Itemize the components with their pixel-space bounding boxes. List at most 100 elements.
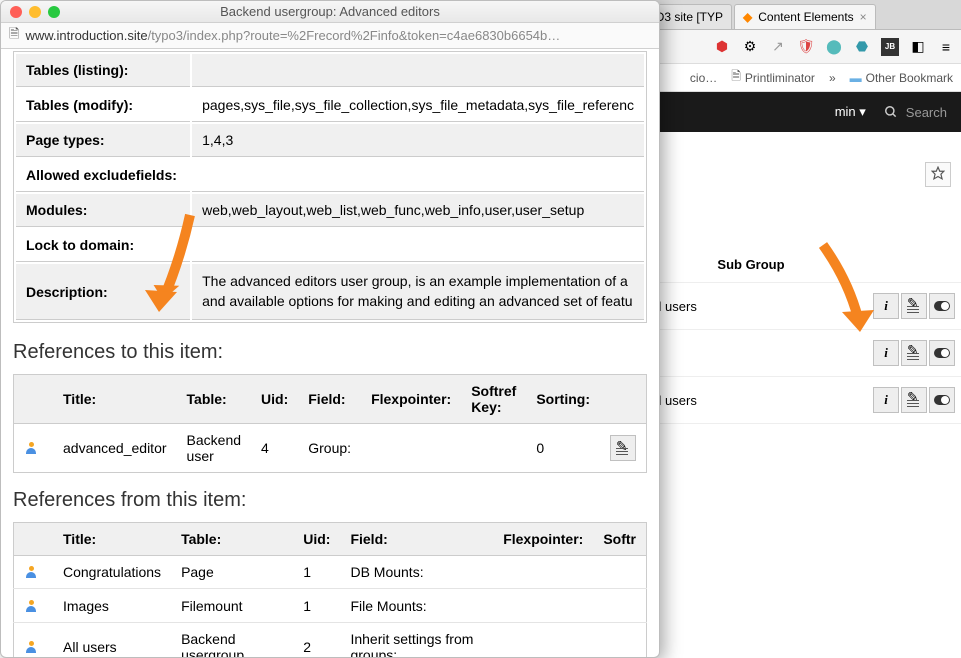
info-button[interactable]: i bbox=[873, 387, 899, 413]
module-toolbar bbox=[641, 132, 961, 197]
folder-icon: ▬ bbox=[850, 71, 862, 85]
ref-title: advanced_editor bbox=[53, 424, 177, 473]
column-header: Title: bbox=[53, 375, 177, 424]
star-icon bbox=[931, 166, 945, 180]
user-icon bbox=[24, 442, 38, 456]
toggle-button[interactable] bbox=[929, 340, 955, 366]
tab-label: Content Elements bbox=[758, 10, 853, 24]
ref-field: File Mounts: bbox=[340, 589, 493, 622]
popup-titlebar[interactable]: Backend usergroup: Advanced editors bbox=[1, 1, 659, 23]
info-value: web,web_layout,web_list,web_func,web_inf… bbox=[192, 194, 644, 227]
ublock-icon[interactable]: 🛡 bbox=[797, 38, 815, 56]
ref-uid: 1 bbox=[293, 556, 340, 589]
annotation-arrow-left bbox=[145, 210, 205, 320]
chevron-down-icon: ▾ bbox=[859, 104, 866, 119]
column-header: Field: bbox=[298, 375, 361, 424]
ref-title: Congratulations bbox=[53, 556, 171, 589]
info-icon: i bbox=[884, 392, 888, 408]
menu-icon[interactable]: ≡ bbox=[937, 38, 955, 56]
search-icon bbox=[884, 105, 898, 119]
annotation-arrow-right bbox=[808, 240, 878, 340]
page-user-icon bbox=[24, 600, 38, 614]
toggle-button[interactable] bbox=[929, 387, 955, 413]
reference-row: All users Backend usergroup 2 Inherit se… bbox=[14, 622, 647, 657]
record-info-table: Tables (listing): Tables (modify):pages,… bbox=[13, 51, 647, 323]
table-row: All users i bbox=[641, 377, 961, 424]
info-value bbox=[192, 229, 644, 262]
edit-icon bbox=[616, 441, 630, 455]
column-header: Title: bbox=[53, 523, 171, 556]
url-domain: www.introduction.site bbox=[25, 28, 147, 43]
subgroup-cell: All users bbox=[641, 377, 861, 424]
column-header: Uid: bbox=[293, 523, 340, 556]
edit-icon bbox=[907, 346, 921, 360]
reference-row: Congratulations Page 1 DB Mounts: bbox=[14, 556, 647, 589]
info-icon: i bbox=[884, 345, 888, 361]
column-header: Uid: bbox=[251, 375, 298, 424]
edit-button[interactable] bbox=[901, 340, 927, 366]
close-tab-icon[interactable]: × bbox=[860, 10, 867, 24]
info-label: Tables (modify): bbox=[16, 89, 190, 122]
browser-toolbar: ⬢ ⚙ ↗ 🛡 ⬤ ⬣ JB ◧ ≡ bbox=[641, 30, 961, 64]
column-header: Softr bbox=[593, 523, 646, 556]
app-topbar: min ▾ Search bbox=[641, 92, 961, 132]
extension-icon[interactable]: ⬣ bbox=[853, 38, 871, 56]
search-box[interactable]: Search bbox=[884, 105, 947, 120]
references-to-table: Title: Table: Uid: Field: Flexpointer: S… bbox=[13, 374, 647, 473]
bookmark-item[interactable]: cio… bbox=[690, 71, 717, 85]
edit-icon bbox=[907, 299, 921, 313]
bookmark-star-button[interactable] bbox=[925, 162, 951, 187]
bookmark-item[interactable]: 🗎Printliminator bbox=[731, 67, 815, 88]
column-header: Flexpointer: bbox=[493, 523, 593, 556]
column-header: Field: bbox=[340, 523, 493, 556]
edit-icon bbox=[907, 393, 921, 407]
references-from-heading: References from this item: bbox=[13, 489, 647, 512]
edit-button[interactable] bbox=[901, 293, 927, 319]
ref-table-cell: Filemount bbox=[171, 589, 293, 622]
ref-title: All users bbox=[53, 622, 171, 657]
ref-field: DB Mounts: bbox=[340, 556, 493, 589]
info-icon: i bbox=[884, 298, 888, 314]
edit-button[interactable] bbox=[901, 387, 927, 413]
column-header: Softref Key: bbox=[461, 375, 526, 424]
toggle-button[interactable] bbox=[929, 293, 955, 319]
usergroup-table: Sub Group All users i i All users i bbox=[641, 247, 961, 424]
info-button[interactable]: i bbox=[873, 340, 899, 366]
ghostery-icon[interactable]: ⬤ bbox=[825, 38, 843, 56]
share-icon[interactable]: ↗ bbox=[769, 38, 787, 56]
toggle-icon bbox=[934, 395, 950, 405]
ref-flex bbox=[361, 424, 461, 473]
toggle-icon bbox=[934, 348, 950, 358]
admin-menu[interactable]: min ▾ bbox=[835, 104, 866, 120]
ref-softref bbox=[461, 424, 526, 473]
info-value bbox=[192, 54, 644, 87]
ref-sorting: 0 bbox=[526, 424, 600, 473]
ref-uid: 1 bbox=[293, 589, 340, 622]
info-value bbox=[192, 159, 644, 192]
page-icon: 🗎 bbox=[9, 25, 19, 47]
ref-uid: 2 bbox=[293, 622, 340, 657]
gear-icon[interactable]: ⚙ bbox=[741, 38, 759, 56]
bookmarks-overflow-icon[interactable]: » bbox=[829, 71, 836, 85]
toggle-icon bbox=[934, 301, 950, 311]
ref-table-cell: Backend usergroup bbox=[171, 622, 293, 657]
extension-icon-jb[interactable]: JB bbox=[881, 38, 899, 56]
table-row: All users i bbox=[641, 283, 961, 330]
table-row: i bbox=[641, 330, 961, 377]
background-browser-window: O3 site [TYP ◆ Content Elements × ⬢ ⚙ ↗ … bbox=[641, 0, 961, 658]
ref-table-cell: Page bbox=[171, 556, 293, 589]
reference-row: advanced_editor Backend user 4 Group: 0 bbox=[14, 424, 647, 473]
ref-field: Group: bbox=[298, 424, 361, 473]
edit-record-button[interactable] bbox=[610, 435, 636, 461]
references-to-heading: References to this item: bbox=[13, 341, 647, 364]
popup-address-bar[interactable]: 🗎 www.introduction.site/typo3/index.php?… bbox=[1, 23, 659, 49]
references-from-table: Title: Table: Uid: Field: Flexpointer: S… bbox=[13, 522, 647, 657]
page-user-icon bbox=[24, 566, 38, 580]
browser-tab-active[interactable]: ◆ Content Elements × bbox=[734, 4, 876, 29]
bookmark-folder[interactable]: ▬Other Bookmark bbox=[850, 71, 953, 85]
ref-title: Images bbox=[53, 589, 171, 622]
extension-icon[interactable]: ◧ bbox=[909, 38, 927, 56]
url-path: /typo3/index.php?route=%2Frecord%2Finfo&… bbox=[148, 28, 561, 43]
adblock-icon[interactable]: ⬢ bbox=[713, 38, 731, 56]
info-label: Allowed excludefields: bbox=[16, 159, 190, 192]
